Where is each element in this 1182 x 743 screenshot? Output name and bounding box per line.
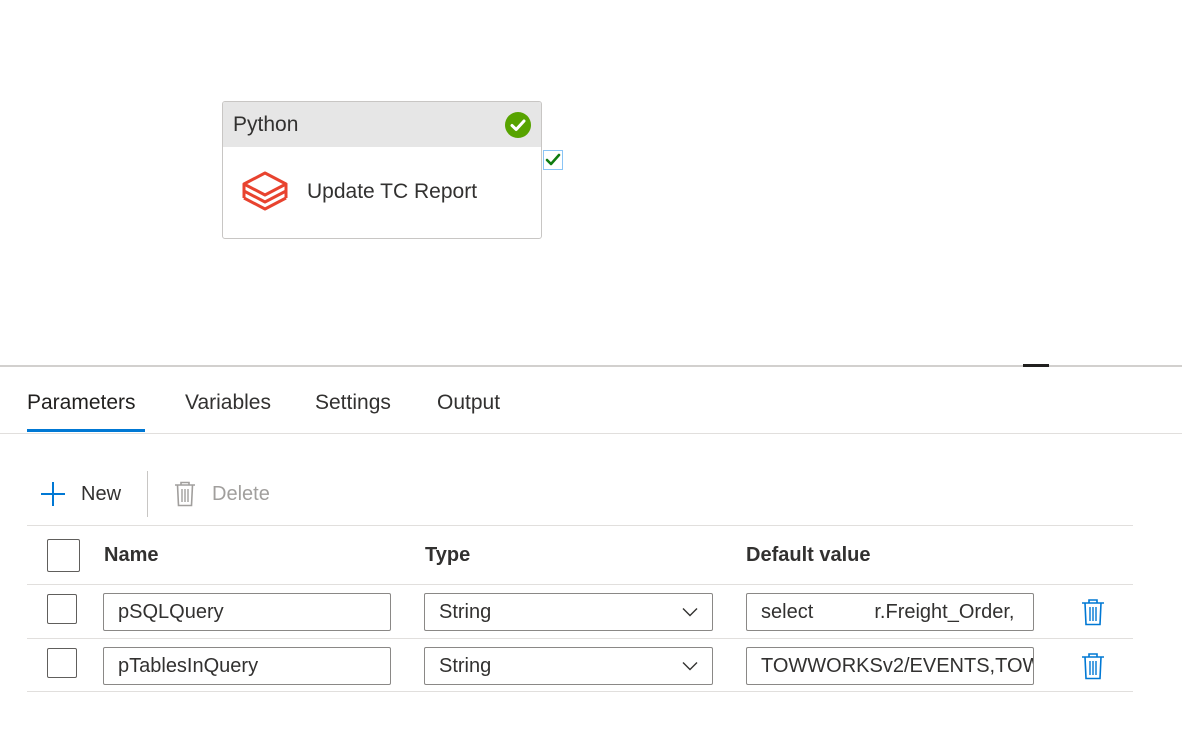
row-checkbox[interactable] — [47, 648, 77, 678]
plus-icon — [41, 482, 65, 506]
success-check-icon — [505, 111, 531, 138]
delete-row-trash-icon[interactable] — [1081, 598, 1105, 626]
success-output-connector[interactable] — [543, 150, 563, 170]
python-activity-node[interactable]: Python Update TC Report — [222, 101, 542, 239]
new-parameter-button[interactable]: New — [27, 481, 121, 507]
parameter-type-dropdown[interactable]: String — [424, 647, 713, 685]
parameters-toolbar: New Delete — [27, 471, 270, 517]
toolbar-divider — [147, 471, 149, 517]
chevron-down-icon — [682, 608, 698, 617]
pipeline-canvas[interactable]: Python Update TC Report — [0, 0, 1182, 366]
activity-header: Python — [223, 102, 541, 147]
tab-output[interactable]: Output — [437, 391, 500, 423]
delete-row-trash-icon[interactable] — [1081, 652, 1105, 680]
parameter-default-value-input[interactable]: select r.Freight_Order, — [746, 593, 1034, 631]
activity-body: Update TC Report — [223, 147, 541, 236]
tab-bar: Parameters Variables Settings Output — [0, 367, 1182, 434]
checkmark-icon — [545, 153, 561, 166]
delete-parameter-button[interactable]: Delete — [174, 481, 270, 507]
activity-type-label: Python — [233, 112, 299, 136]
trash-icon — [175, 481, 196, 507]
select-all-checkbox[interactable] — [47, 539, 80, 572]
parameter-name-input[interactable]: pSQLQuery — [103, 593, 391, 631]
tab-settings[interactable]: Settings — [315, 391, 391, 423]
table-row: pSQLQuery String select r.Freight_Order, — [27, 584, 1133, 638]
parameter-default-value-input[interactable]: TOWWORKSv2/EVENTS,TOWWORKSv2 — [746, 647, 1034, 685]
parameter-name-input[interactable]: pTablesInQuery — [103, 647, 391, 685]
row-checkbox[interactable] — [47, 594, 77, 624]
parameter-type-value: String — [439, 600, 492, 623]
delete-button-label: Delete — [212, 482, 270, 505]
table-row: pTablesInQuery String TOWWORKSv2/EVENTS,… — [27, 638, 1133, 692]
parameters-grid: Name Type Default value pSQLQuery String… — [27, 525, 1133, 692]
column-header-default-value: Default value — [746, 544, 871, 566]
grid-header-row: Name Type Default value — [27, 525, 1133, 584]
column-header-name: Name — [104, 544, 159, 566]
tab-parameters[interactable]: Parameters — [27, 391, 136, 423]
databricks-icon — [242, 171, 288, 210]
chevron-down-icon — [682, 662, 698, 671]
properties-panel: Parameters Variables Settings Output New… — [0, 367, 1182, 743]
column-header-type: Type — [425, 544, 471, 566]
activity-name: Update TC Report — [307, 179, 478, 203]
active-tab-indicator — [27, 429, 145, 432]
new-button-label: New — [81, 482, 122, 505]
tab-variables[interactable]: Variables — [185, 391, 271, 423]
parameter-type-value: String — [439, 654, 492, 677]
parameter-type-dropdown[interactable]: String — [424, 593, 713, 631]
